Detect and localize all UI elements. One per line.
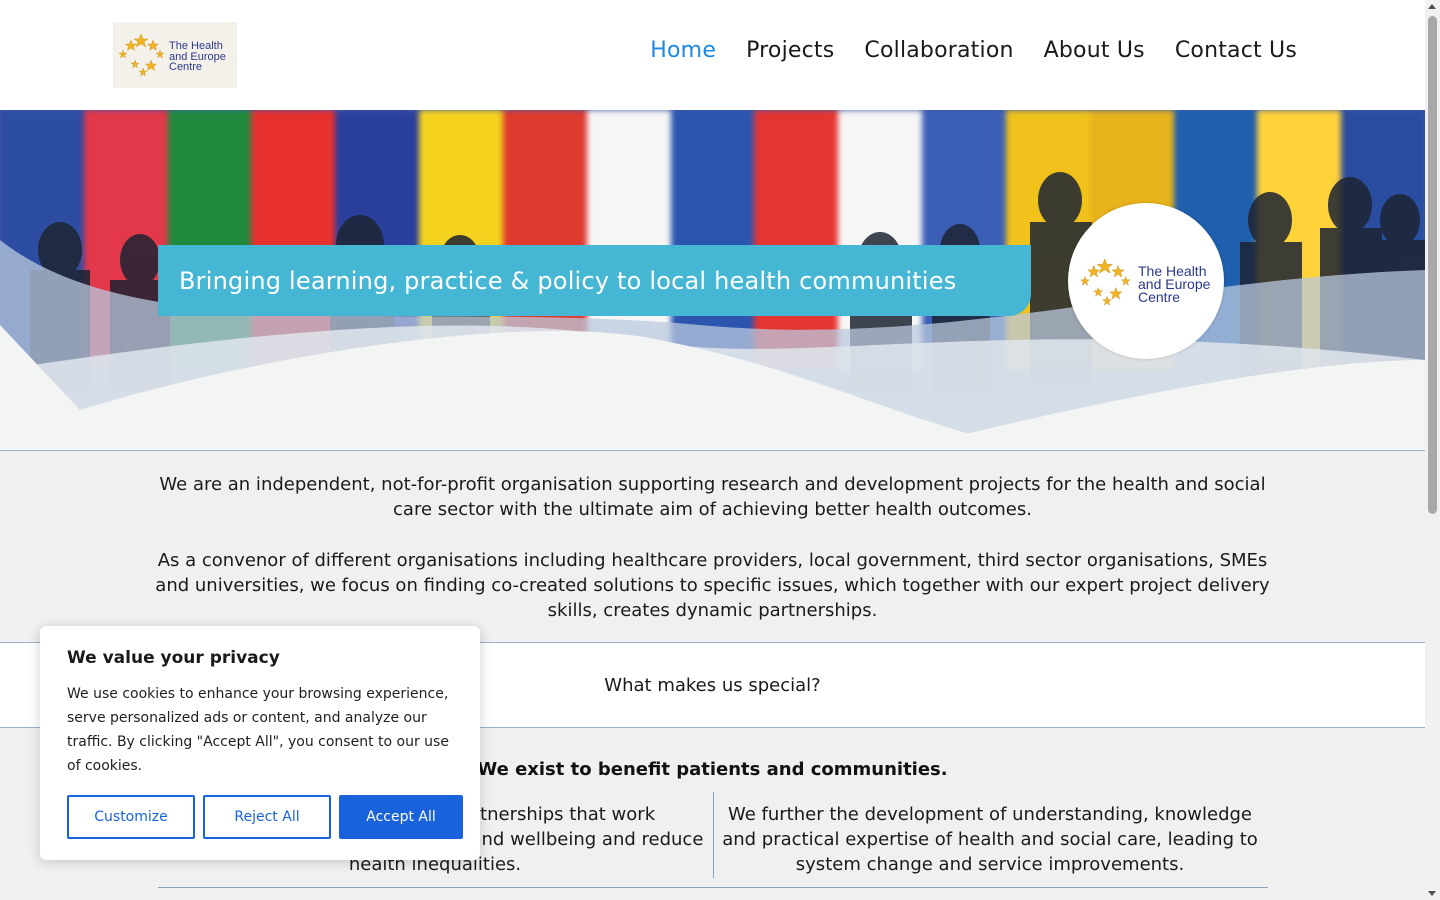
nav-contact-us[interactable]: Contact Us [1175, 38, 1297, 63]
section-rule [158, 887, 1268, 888]
customize-button[interactable]: Customize [67, 795, 195, 839]
nav-collaboration[interactable]: Collaboration [864, 38, 1013, 63]
cookie-consent-banner: We value your privacy We use cookies to … [40, 626, 480, 860]
cookie-title: We value your privacy [67, 648, 280, 668]
logo-text: The Health and Europe Centre [169, 40, 226, 73]
nav-about-us[interactable]: About Us [1044, 38, 1145, 63]
nav-home[interactable]: Home [650, 38, 716, 63]
cookie-buttons: Customize Reject All Accept All [67, 795, 463, 839]
stars-icon [1079, 258, 1131, 306]
accept-all-button[interactable]: Accept All [339, 795, 463, 839]
tagline-text: Bringing learning, practice & policy to … [179, 266, 957, 295]
page-scrollbar[interactable] [1425, 0, 1440, 900]
hero-tagline: Bringing learning, practice & policy to … [158, 245, 1031, 316]
intro-paragraph-1: We are an independent, not-for-profit or… [159, 474, 1266, 520]
site-header: The Health and Europe Centre Home Projec… [0, 0, 1425, 110]
special-heading: What makes us special? [604, 674, 821, 696]
hero-logo-badge: The Health and Europe Centre [1068, 203, 1224, 359]
nav-projects[interactable]: Projects [746, 38, 834, 63]
intro-paragraph-2: As a convenor of different organisations… [155, 550, 1270, 621]
badge-text: The Health and Europe Centre [1138, 263, 1211, 305]
scroll-down-icon[interactable] [1428, 891, 1436, 896]
scroll-up-icon[interactable] [1428, 4, 1436, 9]
scroll-thumb[interactable] [1428, 16, 1437, 514]
reject-all-button[interactable]: Reject All [203, 795, 331, 839]
cookie-body: We use cookies to enhance your browsing … [67, 686, 449, 774]
site-logo[interactable]: The Health and Europe Centre [113, 22, 237, 88]
intro-section: We are an independent, not-for-profit or… [0, 450, 1425, 643]
benefit-right: We further the development of understand… [722, 804, 1258, 875]
stars-icon [118, 33, 165, 77]
main-nav: Home Projects Collaboration About Us Con… [650, 38, 1297, 63]
column-divider [713, 792, 714, 878]
hero-banner: Bringing learning, practice & policy to … [0, 110, 1425, 450]
